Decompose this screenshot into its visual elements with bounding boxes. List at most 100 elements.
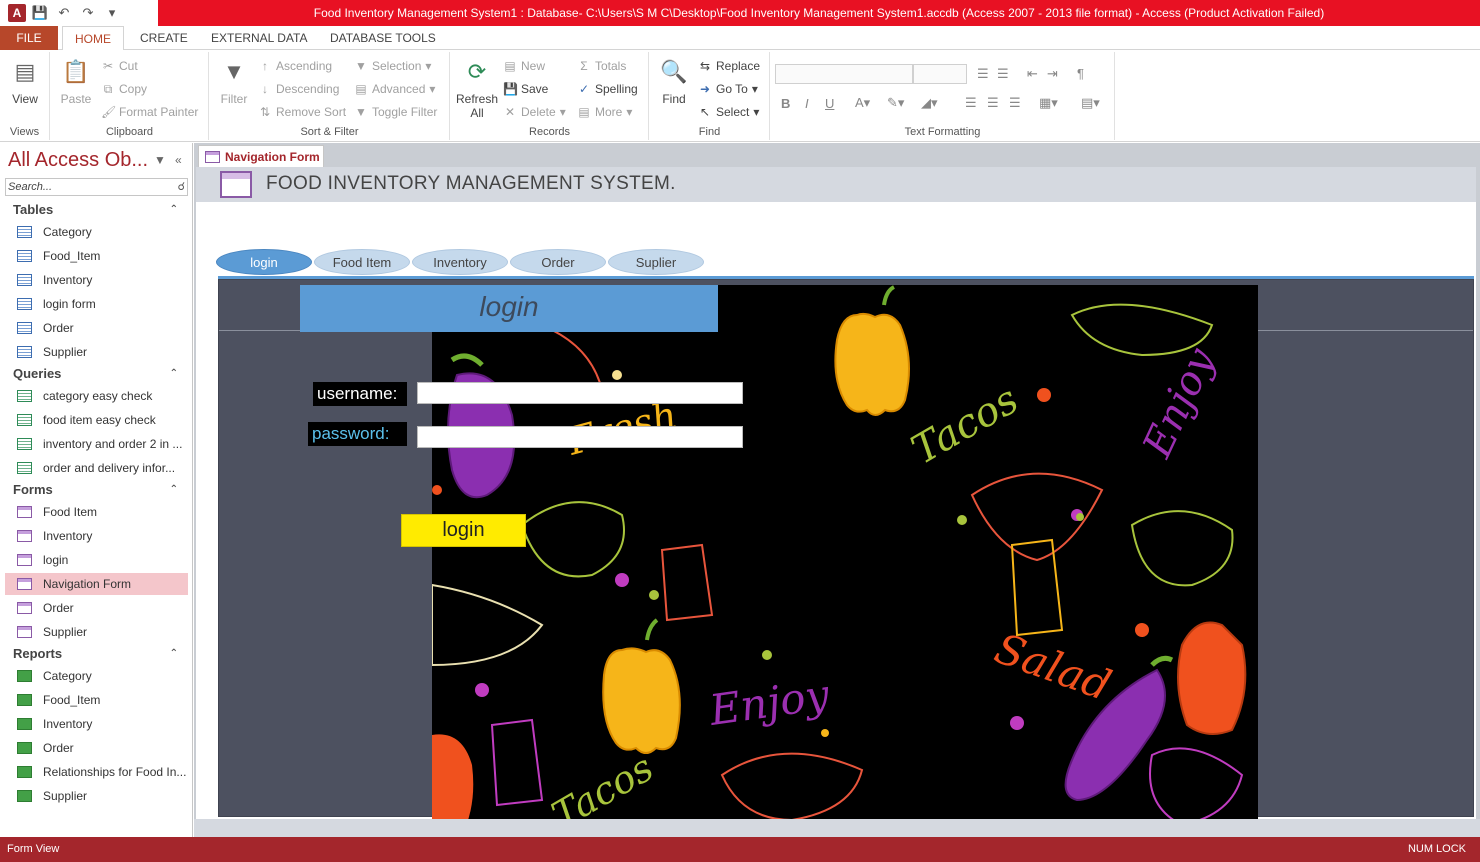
nav-section-reports[interactable]: Reports ⌃ [5,644,188,664]
format-painter-button[interactable]: 🖌 Format Painter [101,102,198,122]
nav-section-queries[interactable]: Queries ⌃ [5,364,188,384]
nav-item-table[interactable]: login form [5,293,188,315]
nav-tab-order[interactable]: Order [510,249,606,275]
tab-external-data[interactable]: EXTERNAL DATA [199,26,319,51]
nav-section-forms[interactable]: Forms ⌃ [5,480,188,500]
tab-database-tools[interactable]: DATABASE TOOLS [318,26,448,51]
save-icon[interactable]: 💾 [30,3,50,23]
gridlines-icon[interactable]: ▦▾ [1039,95,1058,111]
login-button[interactable]: login [401,514,526,547]
totals-button[interactable]: Σ Totals [577,56,626,76]
password-input[interactable] [417,426,743,448]
username-input[interactable] [417,382,743,404]
align-left-icon[interactable]: ☰ [965,95,977,111]
collapse-section-icon[interactable]: ⌃ [170,200,178,220]
tab-navigation-form[interactable]: Navigation Form [198,145,324,167]
nav-item-query[interactable]: inventory and order 2 in ... [5,433,188,455]
highlight-icon[interactable]: ✎▾ [887,95,904,111]
view-button[interactable]: ▤ View [6,56,44,106]
font-color-icon[interactable]: A▾ [855,95,870,111]
filter-button[interactable]: ▼ Filter [216,56,252,106]
ascending-button[interactable]: ↑ Ascending [258,56,332,76]
search-icon[interactable]: ☌ [178,179,185,195]
paragraph-icon[interactable]: ¶ [1077,66,1084,81]
select-button[interactable]: ↖ Select ▾ [698,102,759,122]
collapse-section-icon[interactable]: ⌃ [170,480,178,500]
fill-color-icon[interactable]: ◢▾ [921,95,938,111]
alternate-row-color-icon[interactable]: ▤▾ [1081,95,1100,111]
tab-file[interactable]: FILE [0,26,58,50]
nav-item-table[interactable]: Category [5,221,188,243]
doodle-word-enjoy-2: Enjoy [706,670,834,736]
underline-button[interactable]: U [825,96,834,111]
report-icon [17,790,32,802]
save-record-button[interactable]: 💾 Save [503,79,548,99]
numbering-icon[interactable]: ☰ [997,66,1009,82]
replace-button[interactable]: ⇆ Replace [698,56,760,76]
nav-item-query[interactable]: food item easy check [5,409,188,431]
descending-button[interactable]: ↓ Descending [258,79,339,99]
nav-section-tables[interactable]: Tables ⌃ [5,200,188,220]
nav-item-report[interactable]: Category [5,665,188,687]
italic-button[interactable]: I [805,96,809,111]
tab-home[interactable]: HOME [62,26,124,51]
nav-pane-menu-icon[interactable]: ▼ [154,153,166,167]
nav-tab-inventory[interactable]: Inventory [412,249,508,275]
nav-item-form[interactable]: Food Item [5,501,188,523]
more-button[interactable]: ▤ More ▾ [577,102,632,122]
nav-item-report[interactable]: Inventory [5,713,188,735]
nav-item-table[interactable]: Order [5,317,188,339]
font-size-select[interactable] [913,64,967,84]
nav-item-form[interactable]: Order [5,597,188,619]
nav-tab-food-item[interactable]: Food Item [314,249,410,275]
nav-item-table[interactable]: Inventory [5,269,188,291]
find-button[interactable]: 🔍 Find [656,56,692,106]
align-center-icon[interactable]: ☰ [987,95,999,111]
nav-pane-title[interactable]: All Access Ob... [8,149,148,172]
redo-icon[interactable]: ↷ [78,3,98,23]
nav-item-form[interactable]: Navigation Form [5,573,188,595]
nav-item-form[interactable]: login [5,549,188,571]
nav-item-report[interactable]: Relationships for Food In... [5,761,188,783]
remove-sort-button[interactable]: ⇅ Remove Sort [258,102,346,122]
horizontal-scrollbar[interactable] [194,819,1480,837]
nav-item-query[interactable]: order and delivery infor... [5,457,188,479]
delete-record-button[interactable]: ✕ Delete ▾ [503,102,566,122]
new-record-button[interactable]: ▤ New [503,56,545,76]
nav-tab-suplier[interactable]: Suplier [608,249,704,275]
nav-item-report[interactable]: Food_Item [5,689,188,711]
tab-create[interactable]: CREATE [128,26,200,51]
bullets-icon[interactable]: ☰ [977,66,989,82]
cut-button[interactable]: ✂ Cut [101,56,138,76]
nav-item-report[interactable]: Order [5,737,188,759]
nav-item-form[interactable]: Inventory [5,525,188,547]
font-name-select[interactable] [775,64,913,84]
document-tab-label: Navigation Form [225,150,320,164]
nav-item-table[interactable]: Supplier [5,341,188,363]
nav-item-table[interactable]: Food_Item [5,245,188,267]
customize-qat-icon[interactable]: ▾ [102,3,122,23]
selection-button[interactable]: ▼ Selection ▾ [354,56,431,76]
nav-search-input[interactable]: Search... ☌ [5,178,188,196]
nav-tab-login[interactable]: login [216,249,312,275]
spelling-button[interactable]: ✓ Spelling [577,79,638,99]
decrease-indent-icon[interactable]: ⇤ [1027,66,1038,82]
advanced-button[interactable]: ▤ Advanced ▾ [354,79,435,99]
access-app-icon[interactable]: A [8,4,26,22]
align-right-icon[interactable]: ☰ [1009,95,1021,111]
bold-button[interactable]: B [781,96,790,111]
collapse-section-icon[interactable]: ⌃ [170,644,178,664]
nav-item-query[interactable]: category easy check [5,385,188,407]
toggle-filter-button[interactable]: ▼ Toggle Filter [354,102,437,122]
nav-item-report[interactable]: Supplier [5,785,188,807]
nav-item-form[interactable]: Supplier [5,621,188,643]
increase-indent-icon[interactable]: ⇥ [1047,66,1058,82]
nav-pane-collapse-icon[interactable]: « [175,153,182,167]
collapse-section-icon[interactable]: ⌃ [170,364,178,384]
paste-button[interactable]: 📋 Paste [57,56,95,106]
undo-icon[interactable]: ↶ [54,3,74,23]
goto-button[interactable]: ➜ Go To ▾ [698,79,758,99]
table-icon [17,322,32,334]
refresh-all-button[interactable]: ⟳ Refresh All [455,56,499,120]
copy-button[interactable]: ⧉ Copy [101,79,147,99]
